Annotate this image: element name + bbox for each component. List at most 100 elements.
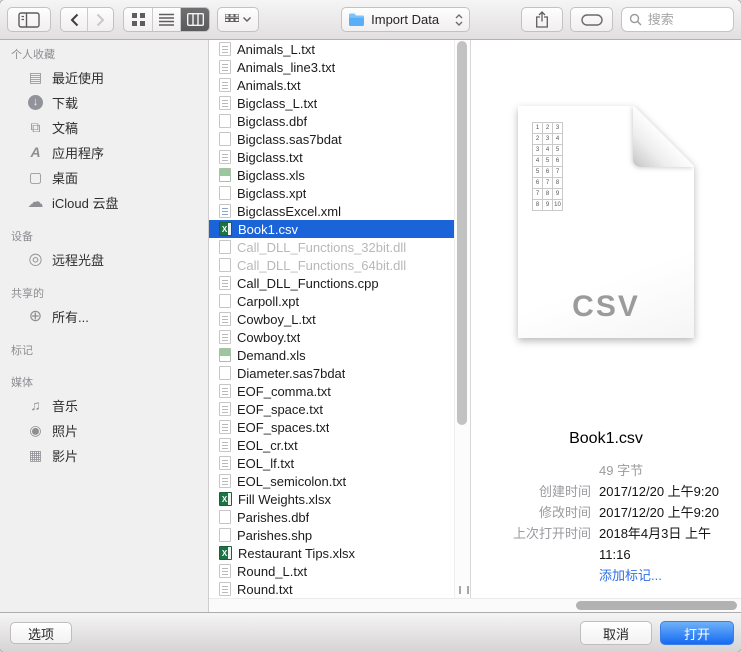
sidebar-item[interactable]: 音乐: [0, 393, 208, 418]
sidebar-item[interactable]: 文稿: [0, 115, 208, 140]
file-row[interactable]: Animals_line3.txt: [209, 58, 470, 76]
file-row[interactable]: Demand.xls: [209, 346, 470, 364]
file-row[interactable]: Diameter.sas7bdat: [209, 364, 470, 382]
cancel-button[interactable]: 取消: [580, 621, 652, 645]
file-icon: [219, 474, 231, 488]
sidebar-item[interactable]: 所有...: [0, 304, 208, 329]
file-row[interactable]: Cowboy_L.txt: [209, 310, 470, 328]
file-icon: [219, 348, 231, 362]
sidebar-item-label: 音乐: [52, 399, 79, 414]
file-row[interactable]: Bigclass.xls: [209, 166, 470, 184]
file-name: Carpoll.xpt: [237, 293, 300, 309]
file-row[interactable]: EOF_space.txt: [209, 400, 470, 418]
sidebar-item[interactable]: 应用程序: [0, 140, 208, 165]
icloud-icon: [27, 194, 44, 211]
arrange-menu-button[interactable]: [216, 7, 260, 32]
file-row[interactable]: Bigclass.dbf: [209, 112, 470, 130]
arrange-icon: [224, 14, 239, 25]
sidebar-media-list: 音乐 照片 影片: [0, 393, 208, 468]
file-row[interactable]: EOF_comma.txt: [209, 382, 470, 400]
search-field[interactable]: [620, 7, 735, 32]
file-row[interactable]: Bigclass.xpt: [209, 184, 470, 202]
file-row[interactable]: Carpoll.xpt: [209, 292, 470, 310]
csv-grid-cell: 4: [533, 156, 543, 167]
sidebar-item[interactable]: 最近使用: [0, 65, 208, 90]
file-name: Animals_line3.txt: [237, 59, 336, 75]
file-row[interactable]: BigclassExcel.xml: [209, 202, 470, 220]
file-name: Call_DLL_Functions_64bit.dll: [237, 257, 407, 273]
sidebar-item-label: 所有...: [52, 310, 89, 325]
csv-grid-cell: 7: [533, 189, 543, 200]
file-icon: [219, 168, 231, 182]
vertical-scrollbar[interactable]: [454, 40, 470, 598]
file-name: Bigclass.xls: [237, 167, 305, 183]
file-icon: [219, 420, 231, 434]
sidebar-header-favorites: 个人收藏: [11, 49, 55, 61]
file-name: Cowboy_L.txt: [237, 311, 316, 327]
file-name: Bigclass.xpt: [237, 185, 307, 201]
vertical-scrollbar-thumb[interactable]: [457, 41, 467, 425]
file-list: Animals_L.txt Animals_line3.txt Animals.…: [209, 40, 470, 598]
file-row[interactable]: Bigclass.sas7bdat: [209, 130, 470, 148]
sidebar-item[interactable]: 下载: [0, 90, 208, 115]
file-row[interactable]: EOL_lf.txt: [209, 454, 470, 472]
file-icon: [219, 60, 231, 74]
sidebar-devices-list: 远程光盘: [0, 247, 208, 272]
csv-grid-cell: 7: [543, 178, 553, 189]
add-tags-link[interactable]: 添加标记...: [599, 565, 662, 586]
file-row[interactable]: Bigclass.txt: [209, 148, 470, 166]
sidebar-item[interactable]: 影片: [0, 443, 208, 468]
share-button[interactable]: [521, 7, 564, 32]
file-row[interactable]: Animals_L.txt: [209, 40, 470, 58]
horizontal-scrollbar[interactable]: [209, 598, 741, 612]
list-view-icon: [159, 13, 175, 26]
file-row[interactable]: EOL_cr.txt: [209, 436, 470, 454]
sidebar-section-media: 媒体 音乐 照片 影片: [0, 373, 208, 468]
sidebar-toggle-icon: [18, 11, 40, 28]
options-button[interactable]: 选项: [10, 622, 72, 644]
forward-button[interactable]: [88, 8, 114, 31]
file-row[interactable]: EOF_spaces.txt: [209, 418, 470, 436]
preview-pane: 1 2 3 2 3 4 3 4 5 4 5 6 5 6 7 6 7 8 7 8 9 8 9 10 CSV Book1.csv …: [470, 40, 741, 598]
sidebar-item-label: 照片: [52, 424, 79, 439]
open-button[interactable]: 打开: [660, 621, 734, 645]
column-view-button[interactable]: [181, 8, 209, 31]
file-name: EOL_semicolon.txt: [237, 473, 347, 489]
csv-grid-cell: 4: [553, 134, 563, 145]
list-view-button[interactable]: [153, 8, 182, 31]
sidebar-item[interactable]: 照片: [0, 418, 208, 443]
file-row[interactable]: Fill Weights.xlsx: [209, 490, 470, 508]
tags-button[interactable]: [570, 7, 613, 32]
sidebar-item-label: 应用程序: [52, 146, 105, 161]
sidebar-item[interactable]: iCloud 云盘: [0, 190, 208, 215]
icon-view-button[interactable]: [124, 8, 153, 31]
file-row[interactable]: Call_DLL_Functions.cpp: [209, 274, 470, 292]
sidebar-item[interactable]: 远程光盘: [0, 247, 208, 272]
file-row[interactable]: Parishes.dbf: [209, 508, 470, 526]
column-resize-handle[interactable]: [459, 586, 469, 594]
file-row[interactable]: EOL_semicolon.txt: [209, 472, 470, 490]
location-dropdown[interactable]: Import Data: [341, 7, 471, 32]
search-input[interactable]: [645, 11, 720, 28]
documents-icon: [27, 119, 44, 136]
nav-group: [60, 7, 115, 32]
file-row[interactable]: Bigclass_L.txt: [209, 94, 470, 112]
sidebar-toggle-button[interactable]: [7, 7, 52, 32]
icon-view-icon: [131, 13, 145, 26]
file-row[interactable]: Cowboy.txt: [209, 328, 470, 346]
file-row[interactable]: Parishes.shp: [209, 526, 470, 544]
file-row[interactable]: Call_DLL_Functions_32bit.dll: [209, 238, 470, 256]
file-browser-column: Animals_L.txt Animals_line3.txt Animals.…: [209, 40, 470, 598]
file-row[interactable]: Restaurant Tips.xlsx: [209, 544, 470, 562]
sidebar-item[interactable]: 桌面: [0, 165, 208, 190]
file-row[interactable]: Call_DLL_Functions_64bit.dll: [209, 256, 470, 274]
csv-grid-cell: 6: [533, 178, 543, 189]
file-row[interactable]: Book1.csv: [209, 220, 470, 238]
file-row[interactable]: Animals.txt: [209, 76, 470, 94]
file-row[interactable]: Round_L.txt: [209, 562, 470, 580]
file-name: Bigclass.dbf: [237, 113, 308, 129]
file-name: Bigclass.txt: [237, 149, 303, 165]
file-row[interactable]: Round.txt: [209, 580, 470, 598]
back-button[interactable]: [61, 8, 88, 31]
horizontal-scrollbar-thumb[interactable]: [576, 601, 737, 610]
